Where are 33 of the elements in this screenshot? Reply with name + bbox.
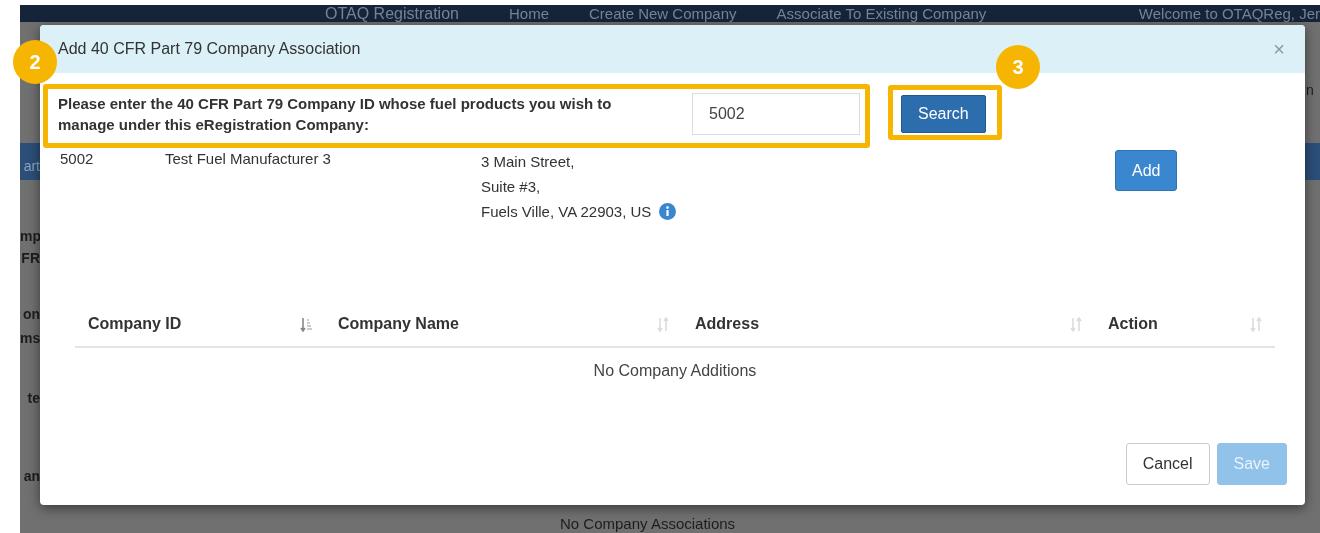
step-badge: 2 [13,40,57,84]
page-text: n [1306,82,1314,98]
address-line: 3 Main Street, [481,152,576,172]
info-icon[interactable] [659,203,677,220]
nav-link[interactable]: Associate To Existing Company [776,5,987,22]
field-label: Please enter the 40 CFR Part 79 Company ID whose fuel products you wish to manage under this eRegistration Company: [58,94,613,135]
page-text: FR [20,250,40,266]
empty-message: No Company Associations [560,515,736,532]
company-name: Test Fuel Manufacturer 3 [165,149,332,169]
page-text: on [21,306,40,322]
address-line: Suite #3, [481,177,542,197]
company-id-field[interactable]: 5002 [692,93,860,135]
page-text: mp [20,228,40,244]
company-id: 5002 [60,149,95,169]
column-header[interactable]: Company Name [325,302,682,347]
cancel-button[interactable]: Cancel [1125,443,1210,485]
page-text: an [22,468,40,484]
empty-message: No Company Additions [75,347,1275,394]
column-header[interactable]: Company ID [75,302,325,347]
page-text: art [22,158,40,174]
page-text: te [26,390,40,406]
nav-link[interactable]: Home [508,5,549,22]
modal-title: Add 40 CFR Part 79 Company Association [58,40,361,58]
column-header[interactable]: Address [682,302,1095,347]
site-title: OTAQ Registration [325,5,459,22]
page-text: ms [20,330,40,346]
welcome-text: Welcome to OTAQReg, Jer [1138,5,1320,22]
address-line: Fuels Ville, VA 22903, US [481,202,652,222]
column-header[interactable]: Action [1095,302,1275,347]
sort-icon[interactable] [300,316,312,332]
add-button[interactable]: Add [1115,150,1178,191]
search-button[interactable]: Search [901,95,986,133]
nav-link[interactable]: Create New Company [589,5,737,22]
